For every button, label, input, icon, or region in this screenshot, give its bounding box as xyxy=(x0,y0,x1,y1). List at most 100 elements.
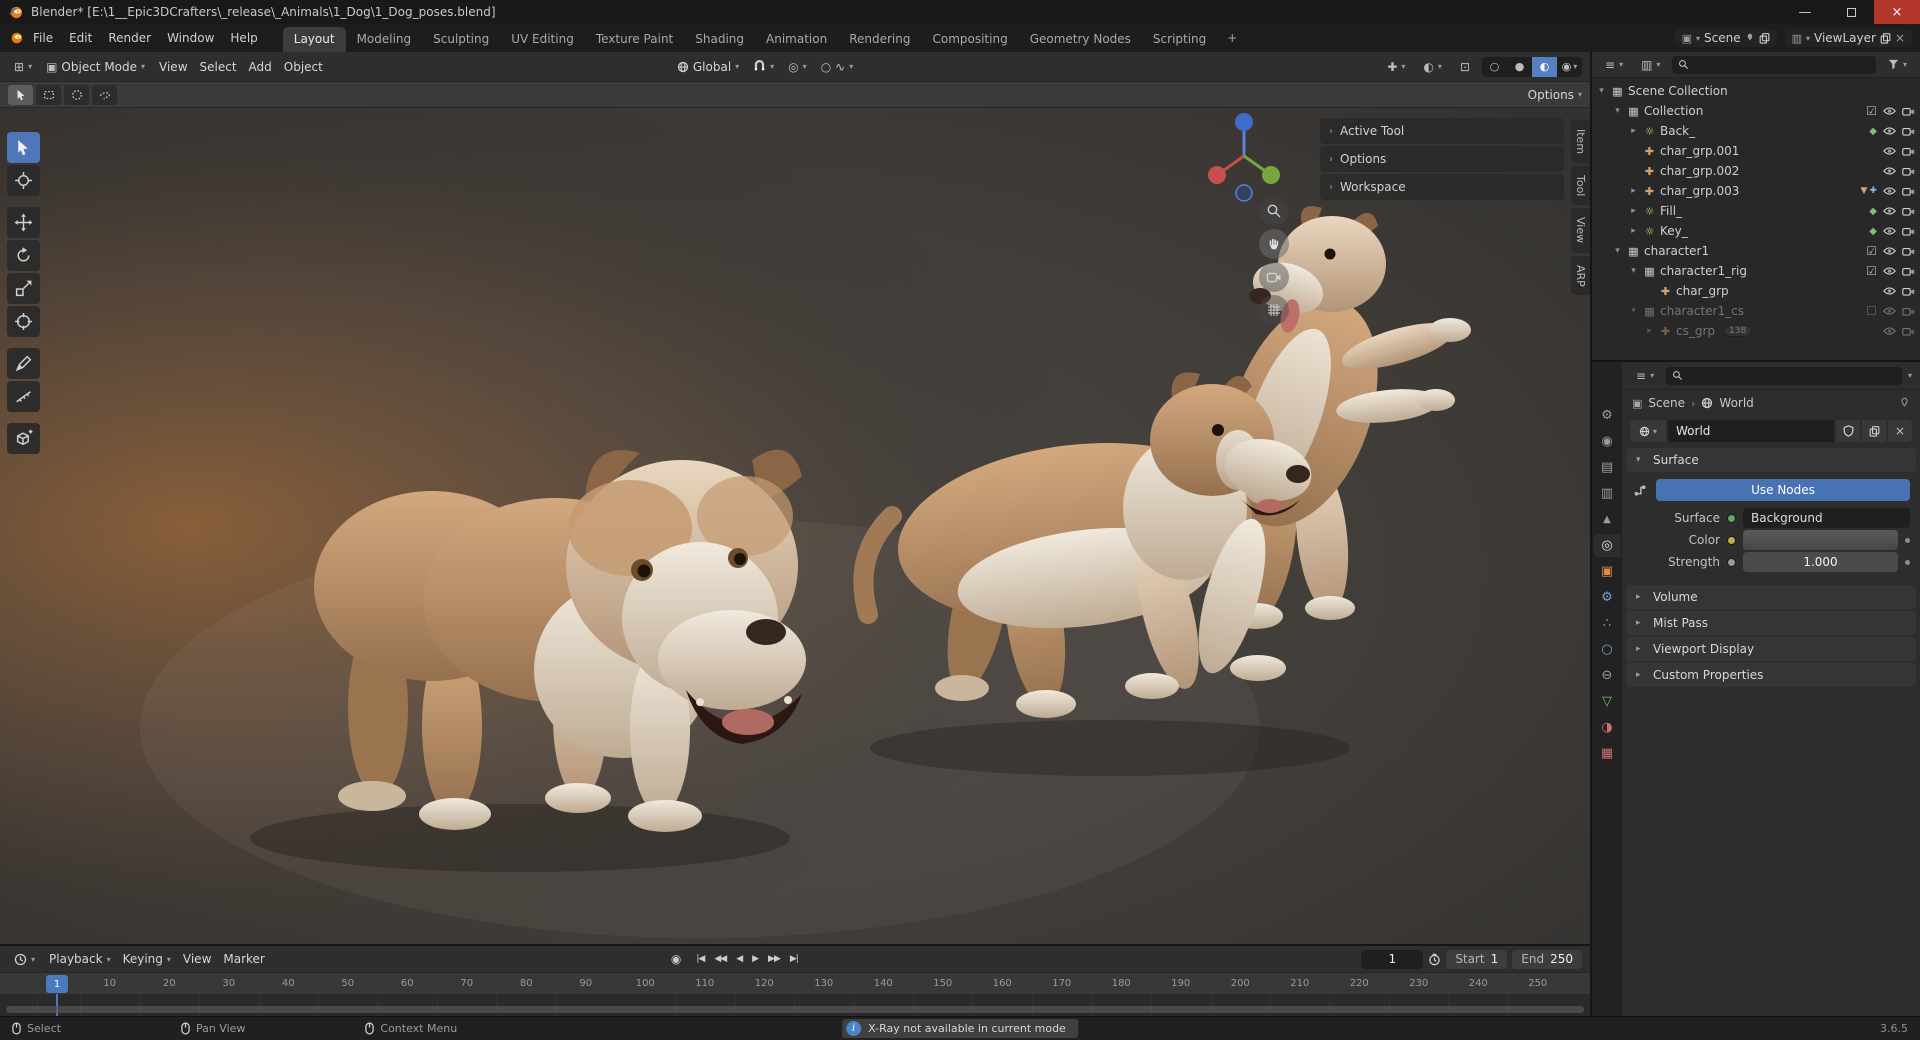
timeline-menu-item[interactable]: View▾ xyxy=(177,950,217,968)
outliner-item-label[interactable]: Collection xyxy=(1644,104,1703,118)
view-axis-gizmo[interactable] xyxy=(1196,108,1292,204)
collapsed-panel[interactable]: › Active Tool xyxy=(1320,118,1564,144)
breadcrumb-scene[interactable]: Scene xyxy=(1648,396,1685,410)
workspace-tab[interactable]: Texture Paint xyxy=(585,27,684,52)
properties-editor-type-button[interactable]: ≡ ▾ xyxy=(1630,367,1660,385)
property-field[interactable] xyxy=(1743,530,1898,550)
outliner-row[interactable]: ▾ Collection ▼✚ ◆ xyxy=(1592,101,1920,121)
property-section-header[interactable]: ▸ Mist Pass xyxy=(1626,611,1916,635)
outliner-row[interactable]: ▾ character1_cs ▼✚ ◆ xyxy=(1592,301,1920,321)
properties-tab[interactable] xyxy=(1594,638,1621,661)
disclosure-icon[interactable]: ▾ xyxy=(1612,246,1623,256)
disable-render-icon[interactable] xyxy=(1902,126,1915,136)
workspace-tab[interactable]: Scripting xyxy=(1142,27,1217,52)
hide-viewport-icon[interactable] xyxy=(1883,266,1896,276)
move-tool-button[interactable] xyxy=(7,207,40,238)
disclosure-icon[interactable]: ▾ xyxy=(1596,86,1607,96)
collapsed-panel[interactable]: › Options xyxy=(1320,146,1564,172)
unlink-world-button[interactable]: × xyxy=(1888,420,1912,442)
sidebar-tab[interactable]: Tool xyxy=(1571,166,1590,206)
workspace-tab[interactable]: Modeling xyxy=(346,27,423,52)
next-keyframe-button[interactable]: ▶▶ xyxy=(763,951,785,967)
outliner-item-label[interactable]: char_grp.002 xyxy=(1660,164,1739,178)
fake-user-button[interactable] xyxy=(1836,420,1860,442)
collection-checkbox[interactable] xyxy=(1866,304,1877,318)
select-box-tool-button[interactable] xyxy=(7,132,40,163)
hide-viewport-icon[interactable] xyxy=(1883,146,1896,156)
show-gizmo-toggle[interactable]: ✚ ▾ xyxy=(1381,58,1411,76)
xray-toggle[interactable]: ⊡ xyxy=(1454,58,1476,76)
disclosure-icon[interactable]: ▾ xyxy=(1612,106,1623,116)
collection-checkbox[interactable] xyxy=(1866,104,1877,118)
animate-dot-icon[interactable] xyxy=(1905,559,1910,565)
pivot-point-selector[interactable]: ◎ ▾ xyxy=(782,58,813,76)
timeline-track[interactable] xyxy=(0,994,1590,1016)
outliner-row[interactable]: char_grp ▼✚ ◆ xyxy=(1592,281,1920,301)
world-name-field[interactable]: World xyxy=(1668,420,1834,442)
sidebar-tab[interactable]: Item xyxy=(1571,120,1590,164)
collection-checkbox[interactable] xyxy=(1866,264,1877,278)
disclosure-icon[interactable]: ▸ xyxy=(1628,126,1639,136)
scale-tool-button[interactable] xyxy=(7,273,40,304)
hide-viewport-icon[interactable] xyxy=(1883,246,1896,256)
disable-render-icon[interactable] xyxy=(1902,186,1915,196)
camera-view-button[interactable] xyxy=(1259,262,1289,292)
minimize-button[interactable]: — xyxy=(1782,0,1828,24)
select-mode-circle-button[interactable] xyxy=(64,84,89,105)
select-mode-lasso-button[interactable] xyxy=(92,84,117,105)
outliner-item-label[interactable]: char_grp.001 xyxy=(1660,144,1739,158)
properties-tab[interactable] xyxy=(1593,534,1621,557)
viewport-menu-item[interactable]: View xyxy=(153,58,193,76)
annotate-tool-button[interactable] xyxy=(7,348,40,379)
select-mode-tweak-button[interactable] xyxy=(8,84,33,105)
workspace-tab[interactable]: Shading xyxy=(684,27,755,52)
properties-tab[interactable] xyxy=(1594,716,1621,739)
outliner-item-label[interactable]: character1_cs xyxy=(1660,304,1744,318)
outliner-row[interactable]: char_grp.002 ▼✚ ◆ xyxy=(1592,161,1920,181)
properties-tab[interactable] xyxy=(1594,482,1621,505)
perspective-toggle-button[interactable] xyxy=(1259,295,1289,325)
hide-viewport-icon[interactable] xyxy=(1883,306,1896,316)
properties-options-icon[interactable]: ▾ xyxy=(1908,371,1912,380)
app-menu-item[interactable]: File xyxy=(25,28,61,48)
viewport-menu-item[interactable]: Object xyxy=(278,58,329,76)
outliner-row[interactable]: char_grp.001 ▼✚ ◆ xyxy=(1592,141,1920,161)
properties-tab[interactable] xyxy=(1594,430,1621,453)
outliner-row[interactable]: ▸ Key_ ▼✚ ◆ xyxy=(1592,221,1920,241)
outliner-item-label[interactable]: character1_rig xyxy=(1660,264,1747,278)
tool-options-dropdown[interactable]: Options ▾ xyxy=(1528,88,1582,102)
hide-viewport-icon[interactable] xyxy=(1883,186,1896,196)
snapping-toggle[interactable]: ▾ xyxy=(747,58,780,75)
outliner-filter-button[interactable]: ▾ xyxy=(1882,57,1913,72)
hide-viewport-icon[interactable] xyxy=(1883,126,1896,136)
outliner-row[interactable]: ▸ Back_ ▼✚ ◆ xyxy=(1592,121,1920,141)
property-field[interactable]: Background xyxy=(1743,508,1910,528)
animate-dot-icon[interactable] xyxy=(1905,537,1910,543)
playback-sync-icon[interactable] xyxy=(1428,953,1441,966)
outliner-item-label[interactable]: character1 xyxy=(1644,244,1709,258)
new-scene-icon[interactable] xyxy=(1759,32,1770,44)
properties-tab[interactable] xyxy=(1594,560,1621,583)
workspace-tab[interactable]: Compositing xyxy=(921,27,1018,52)
disable-render-icon[interactable] xyxy=(1902,106,1915,116)
properties-tab[interactable] xyxy=(1594,586,1621,609)
shading-solid-button[interactable]: ● xyxy=(1507,57,1532,77)
disclosure-icon[interactable]: ▸ xyxy=(1628,206,1639,216)
workspace-tab[interactable]: Animation xyxy=(755,27,838,52)
disable-render-icon[interactable] xyxy=(1902,306,1915,316)
outliner-item-label[interactable]: Fill_ xyxy=(1660,204,1682,218)
property-section-header[interactable]: ▸ Viewport Display xyxy=(1626,637,1916,661)
sidebar-tab[interactable]: View xyxy=(1571,208,1590,253)
pin-icon[interactable] xyxy=(1745,32,1755,44)
hide-viewport-icon[interactable] xyxy=(1883,286,1896,296)
timeline-menu-item[interactable]: Marker▾ xyxy=(217,950,270,968)
workspace-tab[interactable]: Layout xyxy=(282,27,346,52)
hide-viewport-icon[interactable] xyxy=(1883,226,1896,236)
outliner-row[interactable]: ▸ cs_grp 138 ▼✚ ◆ xyxy=(1592,321,1920,341)
shading-material-button[interactable]: ◐ xyxy=(1532,56,1557,77)
viewport-canvas[interactable]: › Active Tool › Options › Workspace Item… xyxy=(0,108,1590,944)
outliner-row[interactable]: ▾ character1_rig ▼✚ ◆ xyxy=(1592,261,1920,281)
close-button[interactable]: × xyxy=(1874,0,1920,24)
outliner-editor-type-button[interactable]: ≡ ▾ xyxy=(1599,56,1629,74)
use-nodes-button[interactable]: Use Nodes xyxy=(1656,479,1910,501)
